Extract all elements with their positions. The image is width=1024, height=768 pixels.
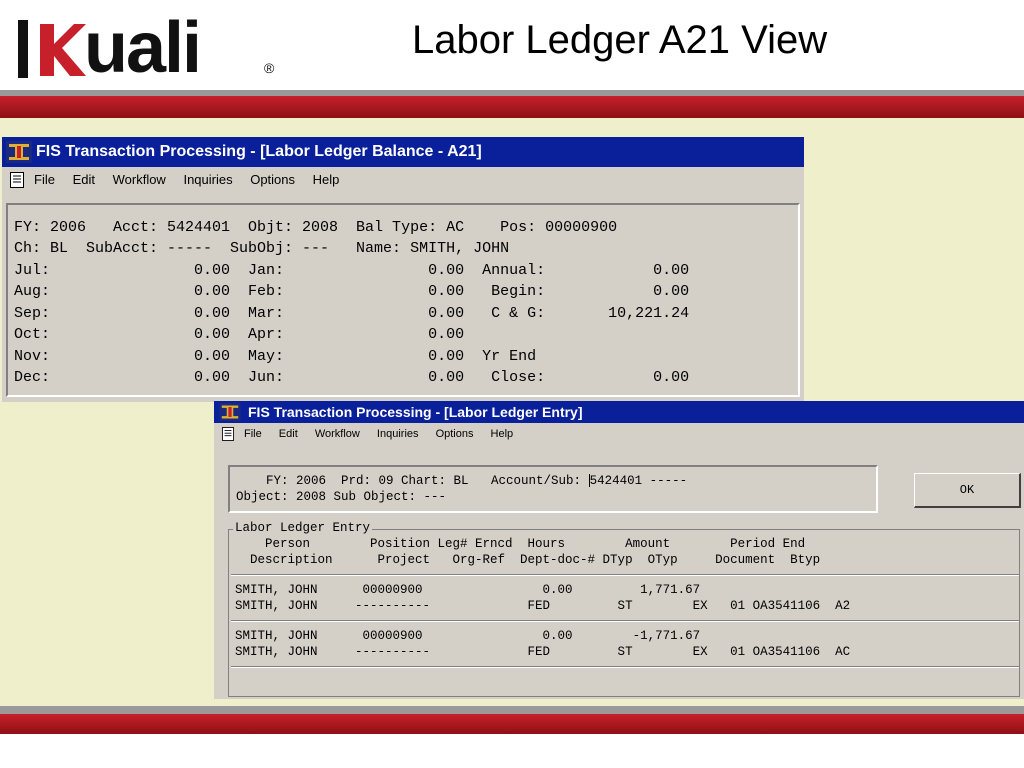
menu-inquiries[interactable]: Inquiries [377, 428, 419, 440]
menu-help[interactable]: Help [491, 428, 514, 440]
column-header-row2: Description Project Org-Ref Dept-doc-# D… [235, 553, 821, 567]
account-sub-field[interactable]: 5424401 ----- [590, 474, 688, 488]
kuali-logo: uali ® [18, 8, 278, 88]
table-row[interactable]: SMITH, JOHN ---------- FED ST EX 01 OA35… [235, 598, 850, 614]
entry-header-line2: Object: 2008 Sub Object: --- [236, 490, 447, 504]
row-separator [231, 666, 1019, 668]
header-band-red [0, 96, 1024, 118]
balance-line-chart: Ch: BL SubAcct: ----- SubObj: --- Name: … [14, 240, 510, 257]
logo-wordmark: uali [84, 8, 202, 88]
row-separator [231, 620, 1019, 622]
balance-panel: FY: 2006 Acct: 5424401 Objt: 2008 Bal Ty… [6, 203, 800, 397]
balance-line-aug: Aug: 0.00 Feb: 0.00 Begin: 0.00 [14, 283, 690, 300]
entry-window-title: FIS Transaction Processing - [Labor Ledg… [248, 404, 583, 420]
table-row[interactable]: SMITH, JOHN 00000900 0.00 -1,771.67 [235, 628, 700, 644]
app-logo-icon [219, 403, 241, 421]
ok-button[interactable]: OK [914, 473, 1021, 508]
labor-ledger-entry-group: Labor Ledger Entry Person Position Leg# … [228, 521, 1020, 697]
balance-line-sep: Sep: 0.00 Mar: 0.00 C & G: 10,221.24 [14, 305, 690, 322]
entry-window-titlebar[interactable]: FIS Transaction Processing - [Labor Ledg… [214, 401, 1024, 423]
menu-edit[interactable]: Edit [279, 428, 298, 440]
entry-header-line1: FY: 2006 Prd: 09 Chart: BL Account/Sub: … [236, 473, 687, 489]
menu-workflow[interactable]: Workflow [315, 428, 360, 440]
entry-window: FIS Transaction Processing - [Labor Ledg… [214, 401, 1024, 699]
balance-window-menubar: File Edit Workflow Inquiries Options Hel… [2, 167, 804, 193]
balance-line-oct: Oct: 0.00 Apr: 0.00 [14, 326, 465, 343]
column-header-row1: Person Position Leg# Erncd Hours Amount … [235, 537, 806, 551]
footer-band-red [0, 714, 1024, 734]
logo-bar [18, 20, 28, 78]
entry-header-panel: FY: 2006 Prd: 09 Chart: BL Account/Sub: … [228, 465, 878, 513]
document-icon[interactable] [222, 427, 234, 441]
table-row[interactable]: SMITH, JOHN 00000900 0.00 1,771.67 [235, 582, 700, 598]
slide-title: Labor Ledger A21 View [412, 18, 828, 62]
menu-options[interactable]: Options [250, 172, 295, 187]
document-icon[interactable] [10, 172, 24, 188]
menu-file[interactable]: File [34, 172, 55, 187]
entry-header-label: FY: 2006 Prd: 09 Chart: BL Account/Sub: [236, 474, 589, 488]
header-separator [231, 574, 1019, 576]
balance-line-dec: Dec: 0.00 Jun: 0.00 Close: 0.00 [14, 369, 690, 386]
menu-inquiries[interactable]: Inquiries [183, 172, 232, 187]
logo-k-mark [40, 24, 86, 76]
footer-band-gray [0, 706, 1024, 714]
group-legend: Labor Ledger Entry [233, 521, 373, 535]
menu-help[interactable]: Help [313, 172, 340, 187]
balance-window: FIS Transaction Processing - [Labor Ledg… [2, 137, 804, 402]
balance-window-title: FIS Transaction Processing - [Labor Ledg… [36, 143, 482, 160]
table-row[interactable]: SMITH, JOHN ---------- FED ST EX 01 OA35… [235, 644, 850, 660]
menu-file[interactable]: File [244, 428, 262, 440]
entry-window-menubar: File Edit Workflow Inquiries Options Hel… [214, 423, 1024, 445]
logo-registered-mark: ® [264, 60, 275, 76]
menu-edit[interactable]: Edit [73, 172, 95, 187]
balance-line-jul: Jul: 0.00 Jan: 0.00 Annual: 0.00 [14, 262, 690, 279]
app-logo-icon [6, 141, 32, 163]
menu-workflow[interactable]: Workflow [113, 172, 166, 187]
menu-options[interactable]: Options [436, 428, 474, 440]
balance-line-header: FY: 2006 Acct: 5424401 Objt: 2008 Bal Ty… [14, 219, 618, 236]
balance-line-nov: Nov: 0.00 May: 0.00 Yr End [14, 348, 537, 365]
balance-window-titlebar[interactable]: FIS Transaction Processing - [Labor Ledg… [2, 137, 804, 167]
